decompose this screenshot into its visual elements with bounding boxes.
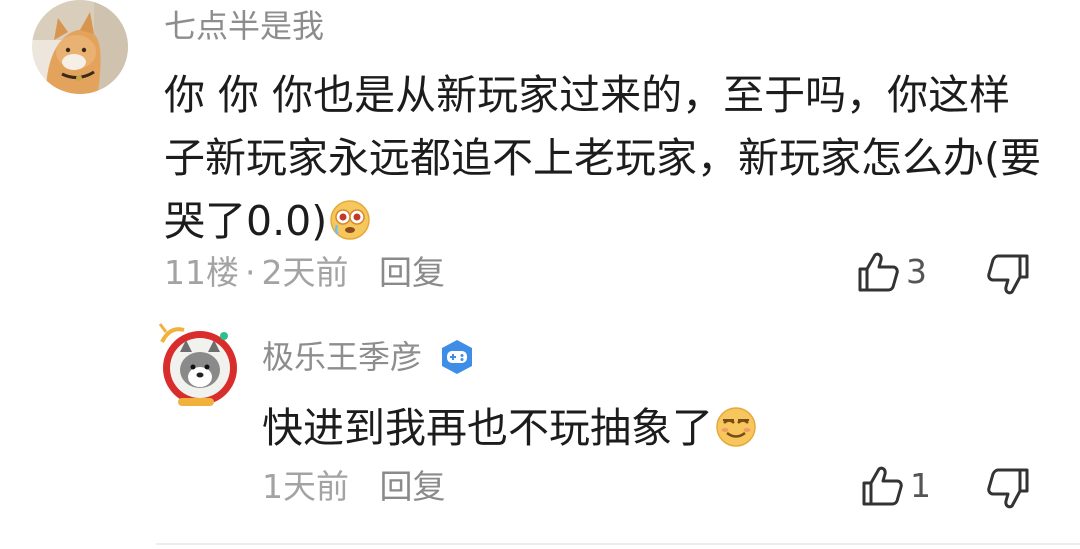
reply-avatar[interactable] <box>156 322 242 408</box>
reply-author-row: 极乐王季彦 <box>262 336 476 378</box>
reply-button[interactable]: 回复 <box>379 253 445 292</box>
like-count: 3 <box>906 252 927 291</box>
comment-content: 你 你 你也是从新玩家过来的，至于吗，你这样子新玩家永远都追不上老玩家，新玩家怎… <box>164 64 1044 253</box>
dog-avatar-image <box>158 323 237 406</box>
meta-separator: · <box>245 253 256 292</box>
like-button[interactable]: 3 <box>856 250 927 294</box>
reply-time: 1天前 <box>262 467 349 506</box>
reply-author[interactable]: 极乐王季彦 <box>262 336 422 378</box>
thumbs-up-icon <box>862 466 903 506</box>
reply-reply-button[interactable]: 回复 <box>380 467 446 506</box>
reply-text: 快进到我再也不玩抽象了 <box>262 404 713 452</box>
thumbs-down-icon <box>987 468 1029 509</box>
smug-face-emoji-icon <box>716 407 756 447</box>
thumbs-down-icon <box>987 254 1029 295</box>
avatar[interactable] <box>32 0 128 94</box>
thumbs-up-icon <box>858 252 899 292</box>
comment-text: 你 你 你也是从新玩家过来的，至于吗，你这样子新玩家永远都追不上老玩家，新玩家怎… <box>164 71 1041 245</box>
reply-dislike-button[interactable] <box>980 464 1030 514</box>
comment-thread: 七点半是我 你 你 你也是从新玩家过来的，至于吗，你这样子新玩家永远都追不上老玩… <box>0 0 1080 549</box>
floor-number: 11楼 <box>164 253 239 292</box>
dislike-button[interactable] <box>980 250 1030 300</box>
comment-meta: 11楼 · 2天前 回复 <box>164 251 445 295</box>
reply-like-button[interactable]: 1 <box>860 464 931 508</box>
comment-time: 2天前 <box>261 253 349 292</box>
crying-face-emoji-icon <box>330 200 370 240</box>
reply-like-count: 1 <box>910 466 931 505</box>
game-controller-badge-icon <box>442 340 473 374</box>
reply-meta: 1天前 回复 <box>262 465 446 509</box>
reply-content: 快进到我再也不玩抽象了 <box>262 400 757 456</box>
cat-avatar-image <box>32 0 128 94</box>
comment-author[interactable]: 七点半是我 <box>164 6 324 46</box>
divider <box>156 543 1080 545</box>
